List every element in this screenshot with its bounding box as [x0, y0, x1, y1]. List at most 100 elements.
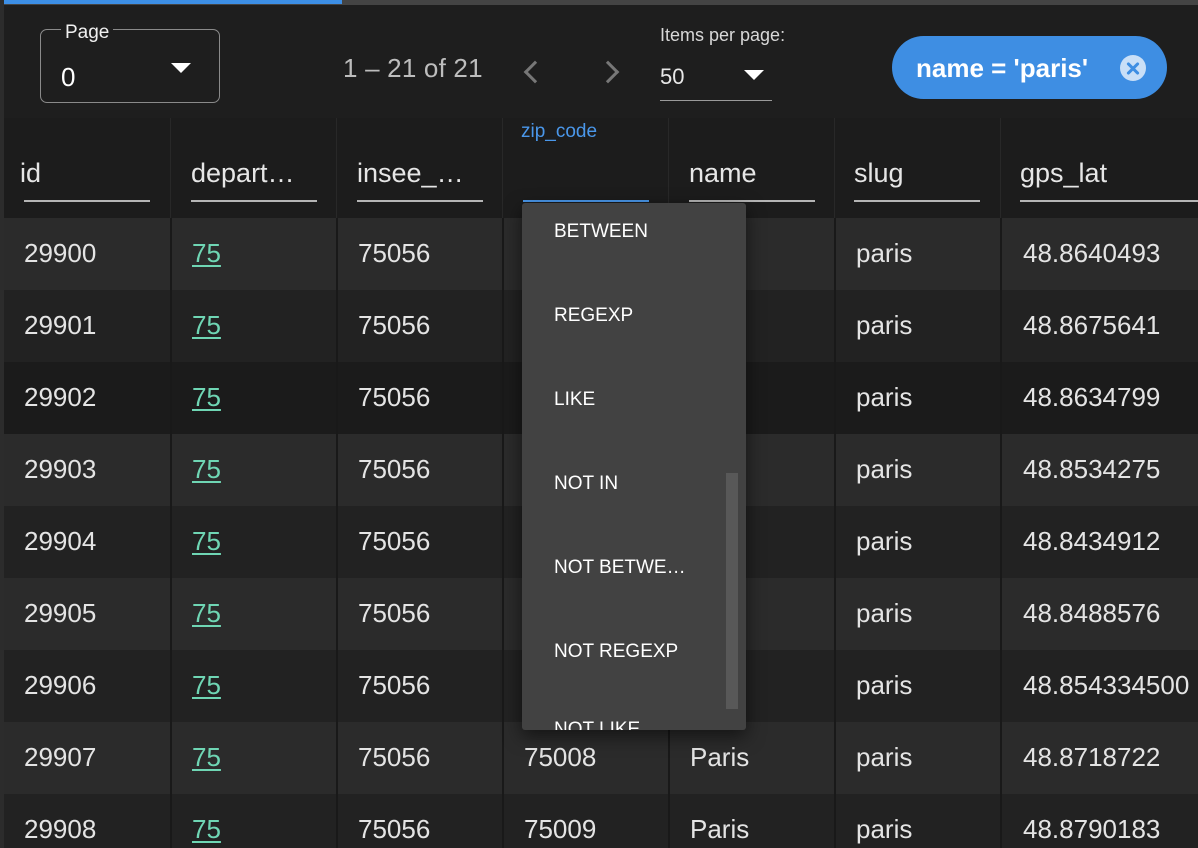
cell-id: 29904: [24, 526, 97, 556]
column-filter-underline: [689, 200, 815, 202]
column-filter-input[interactable]: slug: [854, 158, 904, 189]
cell-insee: 75056: [336, 722, 502, 794]
column-header-gps-lat[interactable]: gps_lat: [1000, 118, 1198, 218]
cell-department[interactable]: 75: [170, 794, 336, 848]
cell-gps-lat: 48.8675641: [1000, 290, 1198, 362]
column-header-id[interactable]: id: [4, 118, 170, 218]
cell-gps-lat: 48.8488576: [1000, 578, 1198, 650]
menu-item-not-between[interactable]: NOT BETWE…: [554, 557, 686, 579]
column-filter-underline: [191, 200, 317, 202]
department-link[interactable]: 75: [192, 454, 221, 485]
dropdown-caret-icon: [744, 70, 764, 80]
column-header-insee[interactable]: insee_…: [336, 118, 502, 218]
dropdown-scrollbar[interactable]: [726, 473, 738, 709]
cell-insee: 75056: [336, 290, 502, 362]
cell-department[interactable]: 75: [170, 578, 336, 650]
cell-gps-lat: 48.8790183: [1000, 794, 1198, 848]
menu-item-not-like[interactable]: NOT LIKE: [554, 719, 640, 730]
cell-department[interactable]: 75: [170, 218, 336, 290]
cell-id: 29903: [24, 454, 97, 484]
column-header-slug[interactable]: slug: [834, 118, 1000, 218]
cell-gps-lat: 48.8434912: [1000, 506, 1198, 578]
cell-insee: 75056: [336, 362, 502, 434]
department-link[interactable]: 75: [192, 526, 221, 557]
menu-item-between[interactable]: BETWEEN: [554, 221, 648, 243]
cell-gps-lat: 48.8634799: [1000, 362, 1198, 434]
cell-insee: 75056: [336, 434, 502, 506]
cell-slug: paris: [834, 578, 1000, 650]
cell-id: 29901: [24, 310, 97, 340]
menu-item-not-regexp[interactable]: NOT REGEXP: [554, 641, 678, 663]
column-filter-underline: [24, 200, 150, 202]
cell-insee: 75056: [336, 794, 502, 848]
column-filter-underline: [357, 200, 483, 202]
column-filter-input[interactable]: insee_…: [357, 158, 464, 189]
pagination-range: 1 – 21 of 21: [343, 53, 483, 83]
department-link[interactable]: 75: [192, 382, 221, 413]
page-select-label: Page: [61, 22, 114, 44]
department-link[interactable]: 75: [192, 670, 221, 701]
chevron-left-icon[interactable]: [523, 60, 547, 84]
column-filter-input[interactable]: gps_lat: [1020, 158, 1107, 189]
cell-zip-code: 75009: [502, 794, 668, 848]
column-header-department[interactable]: depart…: [170, 118, 336, 218]
cell-slug: paris: [834, 290, 1000, 362]
cell-gps-lat: 48.8718722: [1000, 722, 1198, 794]
cell-department[interactable]: 75: [170, 362, 336, 434]
column-filter-input[interactable]: depart…: [191, 158, 295, 189]
cell-gps-lat: 48.854334500: [1000, 650, 1198, 722]
cell-slug: paris: [834, 218, 1000, 290]
menu-item-like[interactable]: LIKE: [554, 389, 595, 411]
cell-slug: paris: [834, 362, 1000, 434]
department-link[interactable]: 75: [192, 814, 221, 845]
cell-insee: 75056: [336, 506, 502, 578]
cell-department[interactable]: 75: [170, 650, 336, 722]
page-select[interactable]: Page 0: [40, 22, 220, 103]
cell-gps-lat: 48.8640493: [1000, 218, 1198, 290]
department-link[interactable]: 75: [192, 310, 221, 341]
cell-id: 29900: [24, 238, 97, 268]
operator-dropdown-menu[interactable]: BETWEEN REGEXP LIKE NOT IN NOT BETWE… NO…: [522, 203, 746, 730]
dropdown-caret-icon: [171, 63, 191, 73]
cell-zip-code: 75008: [502, 722, 668, 794]
cell-insee: 75056: [336, 218, 502, 290]
cell-insee: 75056: [336, 650, 502, 722]
cell-slug: paris: [834, 650, 1000, 722]
cell-department[interactable]: 75: [170, 506, 336, 578]
cell-slug: paris: [834, 722, 1000, 794]
column-filter-input[interactable]: name: [689, 158, 757, 189]
department-link[interactable]: 75: [192, 742, 221, 773]
cell-slug: paris: [834, 506, 1000, 578]
cell-slug: paris: [834, 434, 1000, 506]
department-link[interactable]: 75: [192, 598, 221, 629]
items-per-page-select[interactable]: 50: [660, 61, 772, 101]
column-floating-label: zip_code: [521, 121, 598, 142]
filter-chip[interactable]: name = 'paris': [892, 36, 1167, 99]
cell-department[interactable]: 75: [170, 722, 336, 794]
menu-item-regexp[interactable]: REGEXP: [554, 305, 633, 327]
clear-filter-icon[interactable]: [1120, 55, 1146, 81]
cell-insee: 75056: [336, 578, 502, 650]
cell-id: 29906: [24, 670, 97, 700]
column-filter-underline: [854, 200, 980, 202]
chevron-right-icon[interactable]: [596, 60, 620, 84]
menu-item-not-in[interactable]: NOT IN: [554, 473, 618, 495]
table-row[interactable]: 29908 75 75056 75009 Paris paris 48.8790…: [4, 794, 1198, 848]
cell-gps-lat: 48.8534275: [1000, 434, 1198, 506]
cell-department[interactable]: 75: [170, 290, 336, 362]
column-filter-underline: [523, 200, 649, 202]
cell-department[interactable]: 75: [170, 434, 336, 506]
table-row[interactable]: 29907 75 75056 75008 Paris paris 48.8718…: [4, 722, 1198, 794]
pagination-toolbar: Page 0 1 – 21 of 21 Items per page: 50 n…: [4, 5, 1198, 118]
column-filter-input[interactable]: id: [20, 158, 41, 189]
cell-id: 29905: [24, 598, 97, 628]
filter-chip-text: name = 'paris': [916, 53, 1089, 83]
cell-name: Paris: [668, 722, 834, 794]
cell-name: Paris: [668, 794, 834, 848]
items-per-page: Items per page: 50: [660, 25, 810, 101]
loading-progress-bar: [0, 0, 342, 4]
cell-id: 29908: [24, 814, 97, 844]
cell-id: 29907: [24, 742, 97, 772]
department-link[interactable]: 75: [192, 238, 221, 269]
cell-slug: paris: [834, 794, 1000, 848]
